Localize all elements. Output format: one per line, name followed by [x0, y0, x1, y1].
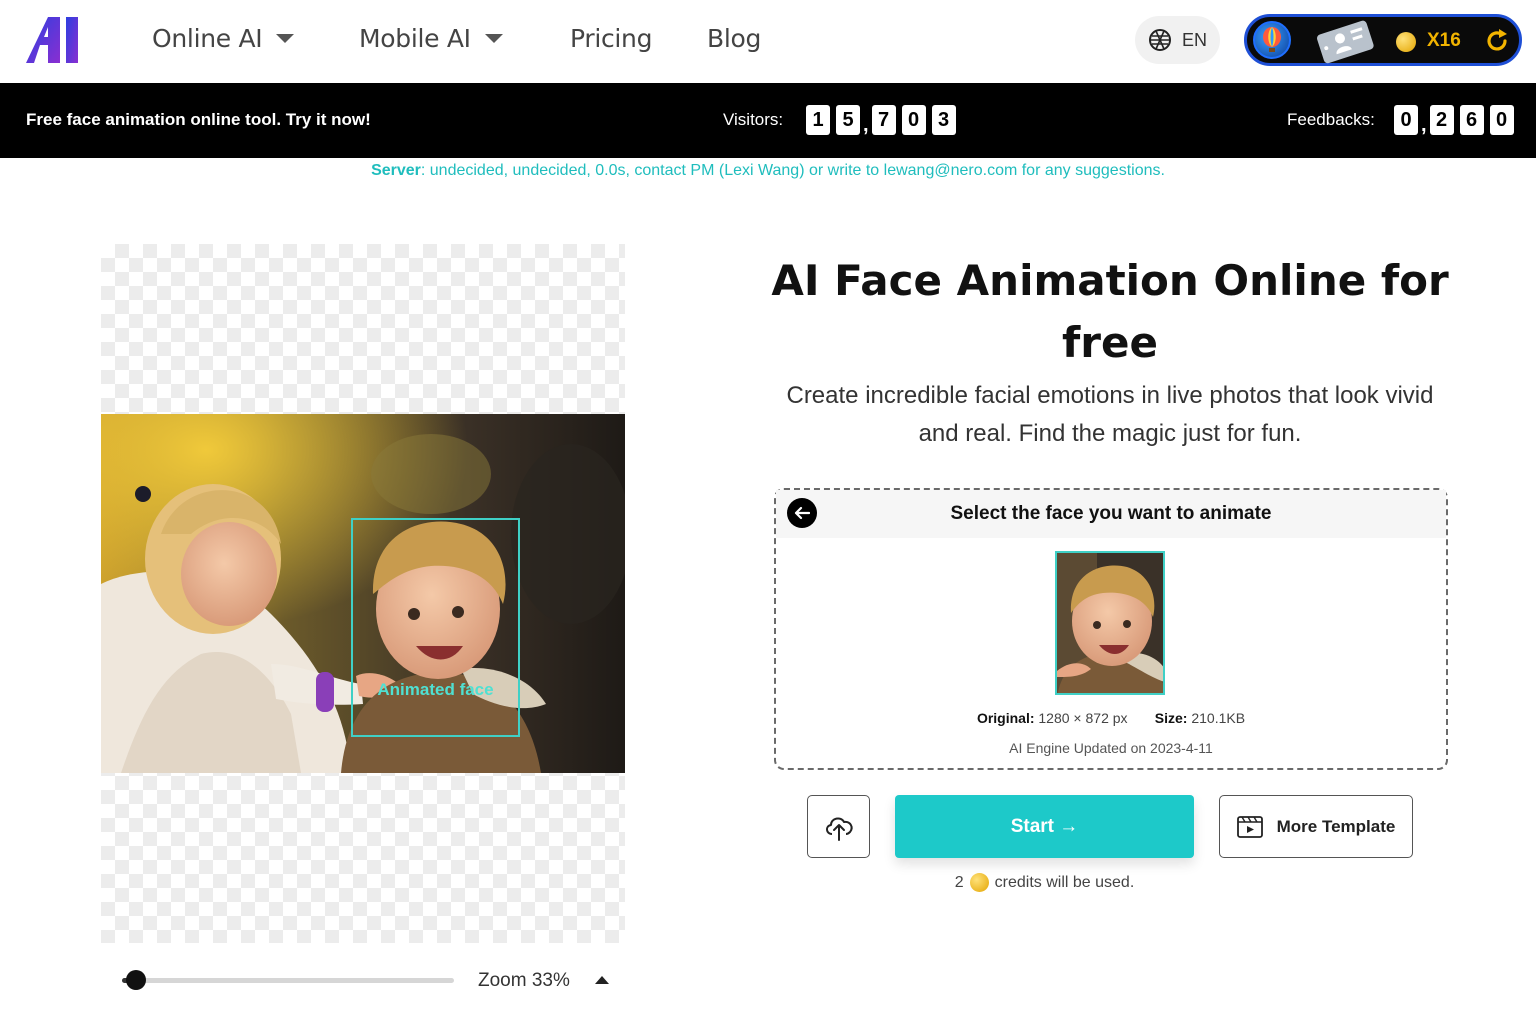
original-label: Original:: [976, 710, 1035, 726]
zoom-slider-track[interactable]: [122, 978, 454, 983]
app-logo[interactable]: [26, 17, 92, 63]
nav-blog[interactable]: Blog: [707, 24, 761, 53]
promo-banner: Free face animation online tool. Try it …: [0, 83, 1536, 158]
nav-online-ai[interactable]: Online AI: [152, 24, 295, 53]
visitors-counter: 1 5 , 7 0 3: [806, 105, 956, 135]
balloon-icon: [1263, 27, 1281, 52]
image-meta: Original: 1280 × 872 px Size: 210.1KB: [776, 710, 1446, 726]
avatar[interactable]: [1253, 21, 1291, 59]
counter-digit: 2: [1429, 105, 1454, 135]
page-title: AI Face Animation Online for free: [771, 256, 1449, 367]
refresh-icon[interactable]: [1483, 27, 1511, 55]
globe-icon: [1148, 29, 1171, 51]
counter-digit: 5: [836, 105, 860, 135]
engine-update-text: AI Engine Updated on 2023-4-11: [1009, 740, 1213, 756]
original-value: 1280 × 872 px: [1038, 710, 1128, 726]
nav-mobile-ai[interactable]: Mobile AI: [359, 24, 503, 53]
counter-digit: 1: [806, 105, 830, 135]
upload-button[interactable]: [807, 795, 870, 858]
ticket-icon[interactable]: [1313, 17, 1377, 65]
credits-count: 2: [954, 873, 964, 891]
visitors-label: Visitors:: [723, 110, 784, 129]
language-selector[interactable]: EN: [1135, 16, 1220, 64]
counter-separator: ,: [1421, 114, 1427, 136]
server-label: Server: [371, 162, 421, 179]
credits-text: credits will be used.: [994, 873, 1135, 891]
start-button[interactable]: Start →: [895, 795, 1194, 858]
counter-digit: 0: [1489, 105, 1514, 135]
nav-pricing[interactable]: Pricing: [570, 24, 652, 53]
feedbacks-counter: 0 , 2 6 0: [1394, 105, 1514, 135]
server-text: : undecided, undecided, 0.0s, contact PM…: [420, 162, 1165, 179]
cloud-upload-icon: [825, 816, 853, 841]
credits-usage: 2 credits will be used.: [895, 873, 1194, 892]
face-select-title: Select the face you want to animate: [950, 503, 1272, 524]
chevron-down-icon: [484, 34, 503, 43]
nav-blog-label: Blog: [707, 24, 762, 53]
language-code: EN: [1181, 29, 1207, 50]
zoom-level-text: Zoom 33%: [478, 970, 570, 991]
counter-digit: 7: [871, 105, 896, 135]
counter-digit: 6: [1459, 105, 1484, 135]
coin-icon: [969, 873, 989, 892]
nav-mobile-ai-label: Mobile AI: [359, 24, 471, 53]
credits-badge: X16: [1427, 30, 1461, 51]
face-box-label: Animated face: [377, 680, 494, 699]
size-value: 210.1KB: [1191, 710, 1246, 726]
page-subtitle: Create incredible facial emotions in liv…: [786, 382, 1434, 447]
counter-digit: 3: [931, 105, 956, 135]
face-thumbnail-image: [1057, 553, 1163, 693]
chevron-up-icon[interactable]: [595, 976, 609, 984]
more-template-label: More Template: [1276, 816, 1396, 836]
more-template-button[interactable]: More Template: [1219, 795, 1413, 858]
counter-digit: 0: [901, 105, 926, 135]
coin-icon: [1396, 32, 1416, 52]
chevron-down-icon: [276, 34, 295, 43]
zoom-slider-thumb[interactable]: [126, 970, 146, 990]
nav-pricing-label: Pricing: [570, 24, 653, 53]
server-status: Server: undecided, undecided, 0.0s, cont…: [0, 162, 1536, 180]
face-detection-box[interactable]: [351, 518, 520, 737]
banner-text: Free face animation online tool. Try it …: [26, 110, 371, 129]
feedbacks-label: Feedbacks:: [1287, 110, 1375, 129]
video-template-icon: [1236, 815, 1263, 838]
counter-separator: ,: [863, 114, 869, 136]
selected-face-thumbnail[interactable]: [1055, 551, 1165, 695]
nav-online-ai-label: Online AI: [152, 24, 263, 53]
account-panel: X16: [1244, 14, 1522, 66]
size-label: Size:: [1154, 710, 1188, 726]
counter-digit: 0: [1394, 105, 1418, 135]
top-nav: Online AI Mobile AI Pricing Blog EN X16: [0, 0, 1536, 83]
